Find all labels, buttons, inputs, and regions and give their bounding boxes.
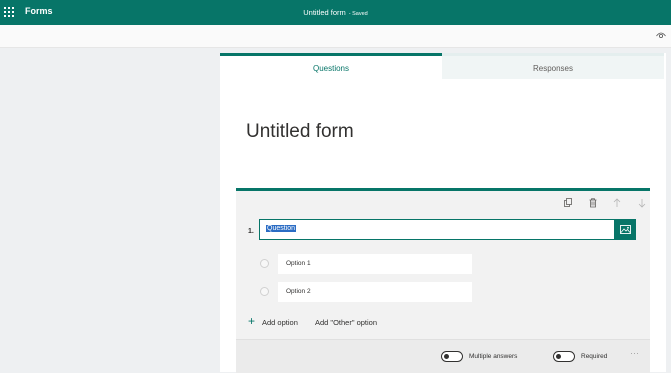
question-footer: Multiple answers Required ··· bbox=[236, 339, 650, 373]
document-title: Untitled form - Saved bbox=[0, 8, 671, 17]
trash-icon[interactable] bbox=[587, 197, 599, 209]
option-label: Option 2 bbox=[286, 288, 311, 295]
option-row: Option 1 bbox=[260, 254, 474, 274]
copy-icon[interactable] bbox=[562, 197, 574, 209]
image-icon bbox=[620, 225, 631, 234]
multiple-answers-toggle[interactable] bbox=[441, 351, 463, 362]
required-label: Required bbox=[581, 353, 608, 360]
insert-media-button[interactable] bbox=[615, 219, 636, 240]
radio-circle-icon bbox=[260, 259, 269, 268]
question-card[interactable]: 1. Question Option 1 Option 2 + Add opti… bbox=[236, 188, 650, 373]
top-bar: Forms Untitled form - Saved bbox=[0, 0, 671, 25]
save-status: - Saved bbox=[348, 11, 368, 17]
option-input[interactable]: Option 2 bbox=[278, 282, 472, 302]
radio-circle-icon bbox=[260, 287, 269, 296]
add-other-option-button[interactable]: Add "Other" option bbox=[315, 318, 377, 327]
add-option-button[interactable]: Add option bbox=[262, 318, 298, 327]
document-title-text[interactable]: Untitled form bbox=[303, 8, 346, 17]
form-panel: Questions Responses Untitled form 1. Que… bbox=[220, 53, 666, 373]
option-input[interactable]: Option 1 bbox=[278, 254, 472, 274]
multiple-answers-label: Multiple answers bbox=[469, 353, 518, 360]
question-text-input[interactable]: Question bbox=[259, 219, 615, 240]
question-number: 1. bbox=[248, 228, 254, 235]
option-label: Option 1 bbox=[286, 260, 311, 267]
more-options-icon[interactable]: ··· bbox=[630, 348, 639, 358]
tab-questions[interactable]: Questions bbox=[220, 53, 442, 79]
question-toolbar bbox=[550, 197, 650, 211]
tab-strip: Questions Responses bbox=[220, 53, 666, 79]
eye-icon[interactable] bbox=[656, 31, 666, 39]
form-title[interactable]: Untitled form bbox=[246, 121, 354, 143]
required-toggle[interactable] bbox=[553, 351, 575, 362]
tab-responses[interactable]: Responses bbox=[442, 53, 664, 79]
option-row: Option 2 bbox=[260, 282, 474, 302]
command-bar bbox=[0, 25, 671, 48]
plus-icon[interactable]: + bbox=[248, 314, 255, 328]
arrow-down-icon[interactable] bbox=[636, 197, 648, 209]
arrow-up-icon[interactable] bbox=[611, 197, 623, 209]
question-text-selected: Question bbox=[266, 225, 297, 232]
